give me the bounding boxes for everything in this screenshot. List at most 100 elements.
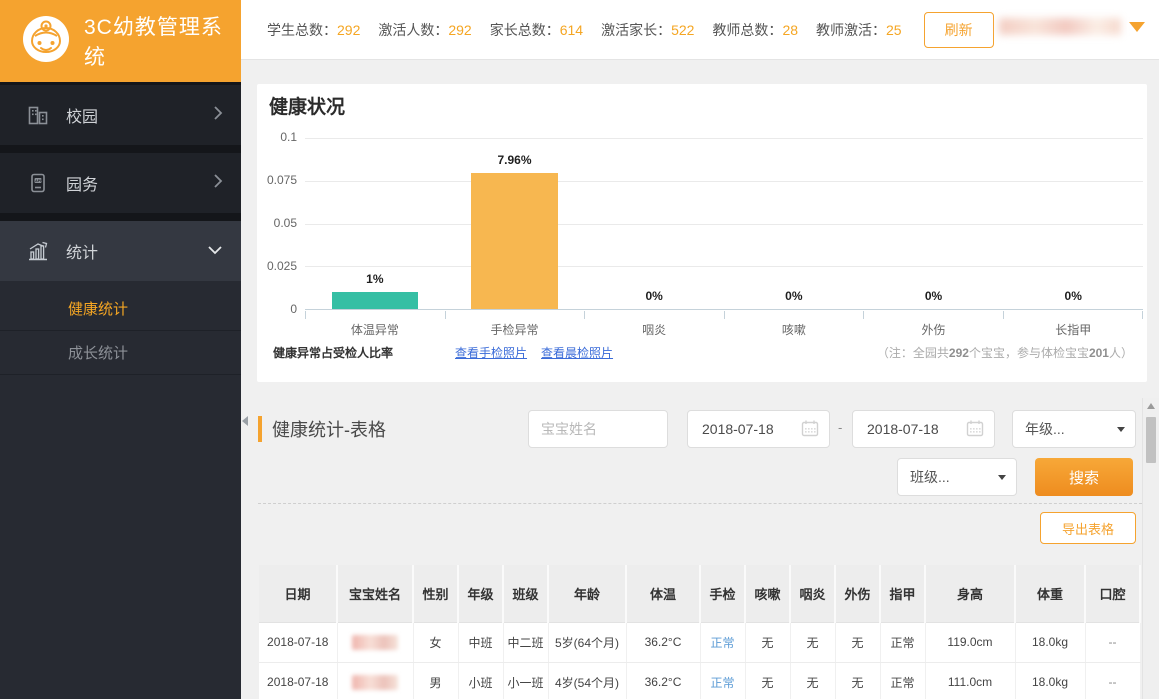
- stat-parents-total: 家长总数：614: [490, 20, 583, 40]
- y-tick-label: 0: [257, 302, 297, 316]
- col-header-cough: 咳嗽: [745, 565, 790, 622]
- sidebar-subitem-growth-statistics[interactable]: 成长统计: [0, 331, 241, 375]
- col-header-height: 身高: [925, 565, 1015, 622]
- select-arrow-icon: [1117, 427, 1125, 432]
- chart-note: （注：全园共292个宝宝，参与体检宝宝201人）: [877, 344, 1133, 361]
- buildings-icon: [26, 104, 50, 126]
- table-header-row: 日期 宝宝姓名 性别 年级 班级 年龄 体温 手检 咳嗽 咽炎 外伤 指甲 身高…: [259, 565, 1140, 622]
- table-row: 2018-07-18 男 小班 小一班 4岁(54个月) 36.2°C 正常 无…: [259, 662, 1140, 699]
- health-statistics-table: 日期 宝宝姓名 性别 年级 班级 年龄 体温 手检 咳嗽 咽炎 外伤 指甲 身高…: [259, 565, 1141, 699]
- x-category-label: 长指甲: [1003, 321, 1143, 338]
- app-window: 3C幼教管理系统 校园: [0, 0, 1159, 699]
- sidebar: 校园 APP 园务: [0, 82, 241, 699]
- grade-select[interactable]: 年级...: [1012, 410, 1136, 448]
- sidebar-item-garden-affairs[interactable]: APP 园务: [0, 153, 241, 213]
- bar-hand-check-abnormal[interactable]: 7.96%: [445, 138, 585, 309]
- robot-mascot-icon: [22, 15, 70, 68]
- y-tick-label: 0.075: [257, 173, 297, 187]
- redacted-baby-name: [352, 675, 398, 690]
- table-section-title: 健康统计-表格: [258, 410, 386, 448]
- chart-title: 健康状况: [269, 92, 345, 119]
- view-morning-check-photos-link[interactable]: 查看晨检照片: [541, 344, 613, 361]
- col-header-age: 年龄: [548, 565, 626, 622]
- brand-logo: 3C幼教管理系统: [0, 0, 241, 82]
- sidebar-item-statistics[interactable]: 统计: [0, 221, 241, 281]
- stat-activated-parents: 激活家长：522: [601, 20, 694, 40]
- class-select[interactable]: 班级...: [897, 458, 1017, 496]
- main-content: 健康状况 0.1 0.075 0.05 0.025 0 1% 7.96%: [241, 60, 1159, 699]
- bar-cough[interactable]: 0%: [724, 138, 864, 309]
- col-header-nails: 指甲: [880, 565, 925, 622]
- chart-footer: 健康异常占受检人比率 查看手检照片 查看晨检照片 （注：全园共292个宝宝，参与…: [257, 344, 1147, 368]
- calendar-icon: [966, 419, 984, 440]
- scroll-up-arrow-icon[interactable]: [1147, 403, 1155, 409]
- refresh-button[interactable]: 刷新: [924, 12, 994, 48]
- sidebar-item-label: 校园: [66, 103, 98, 127]
- bar-pharyngitis[interactable]: 0%: [584, 138, 724, 309]
- app-phone-icon: APP: [26, 172, 50, 194]
- chevron-down-icon: [207, 242, 223, 260]
- sidebar-collapse-arrow-icon[interactable]: [242, 416, 248, 426]
- date-from-picker[interactable]: 2018-07-18: [687, 410, 830, 448]
- sidebar-item-campus[interactable]: 校园: [0, 85, 241, 145]
- stat-activated-teachers: 教师激活：25: [816, 20, 902, 40]
- accent-bar: [258, 416, 262, 442]
- col-header-date: 日期: [259, 565, 337, 622]
- col-header-grade: 年级: [458, 565, 503, 622]
- x-category-label: 咳嗽: [724, 321, 864, 338]
- col-header-gender: 性别: [413, 565, 458, 622]
- bar-value-label: 1%: [305, 272, 445, 286]
- table-row: 2018-07-18 女 中班 中二班 5岁(64个月) 36.2°C 正常 无…: [259, 622, 1140, 662]
- vertical-scrollbar[interactable]: [1142, 398, 1159, 699]
- search-button[interactable]: 搜索: [1035, 458, 1133, 496]
- hand-check-status-link[interactable]: 正常: [700, 622, 745, 662]
- stat-teachers-total: 教师总数：28: [712, 20, 798, 40]
- bar-temperature-abnormal[interactable]: 1%: [305, 138, 445, 309]
- app-title: 3C幼教管理系统: [84, 11, 241, 71]
- col-header-class: 班级: [503, 565, 548, 622]
- y-tick-label: 0.1: [257, 130, 297, 144]
- bar-value-label: 7.96%: [445, 153, 585, 167]
- sidebar-item-label: 园务: [66, 171, 98, 195]
- scrollbar-thumb[interactable]: [1146, 417, 1156, 463]
- export-table-button[interactable]: 导出表格: [1040, 512, 1136, 544]
- bar-trauma[interactable]: 0%: [864, 138, 1004, 309]
- x-category-label: 手检异常: [445, 321, 585, 338]
- user-dropdown-icon[interactable]: [1129, 22, 1145, 32]
- stat-students-total: 学生总数：292: [267, 20, 360, 40]
- col-header-trauma: 外伤: [835, 565, 880, 622]
- date-to-picker[interactable]: 2018-07-18: [852, 410, 995, 448]
- calendar-icon: [801, 419, 819, 440]
- statistics-submenu: 健康统计 成长统计: [0, 281, 241, 375]
- bar-value-label: 0%: [864, 289, 1004, 303]
- bar-value-label: 0%: [1003, 289, 1143, 303]
- sidebar-item-label: 统计: [66, 239, 98, 263]
- redacted-baby-name: [352, 635, 398, 650]
- chevron-right-icon: [213, 105, 223, 126]
- top-header: 学生总数：292 激活人数：292 家长总数：614 激活家长：522 教师总数…: [241, 0, 1159, 60]
- bar-plot: 1% 7.96% 0% 0% 0% 0%: [305, 138, 1143, 310]
- health-status-card: 健康状况 0.1 0.075 0.05 0.025 0 1% 7.96%: [257, 84, 1147, 382]
- y-tick-label: 0.05: [257, 216, 297, 230]
- bar-value-label: 0%: [584, 289, 724, 303]
- y-tick-label: 0.025: [257, 259, 297, 273]
- x-category-label: 外伤: [864, 321, 1004, 338]
- col-header-temperature: 体温: [626, 565, 700, 622]
- svg-text:APP: APP: [35, 179, 43, 183]
- stat-activated-students: 激活人数：292: [378, 20, 471, 40]
- x-axis-categories: 体温异常 手检异常 咽炎 咳嗽 外伤 长指甲: [305, 321, 1143, 338]
- chevron-right-icon: [213, 173, 223, 194]
- col-header-pharyngitis: 咽炎: [790, 565, 835, 622]
- hand-check-status-link[interactable]: 正常: [700, 662, 745, 699]
- bar-long-nails[interactable]: 0%: [1003, 138, 1143, 309]
- user-menu[interactable]: [999, 18, 1145, 35]
- bar-chart-icon: [26, 240, 50, 262]
- baby-name-input[interactable]: [528, 410, 668, 448]
- x-axis-ticks: [305, 311, 1143, 319]
- view-hand-check-photos-link[interactable]: 查看手检照片: [455, 344, 527, 361]
- x-category-label: 咽炎: [584, 321, 724, 338]
- col-header-mouth: 口腔: [1085, 565, 1140, 622]
- sidebar-subitem-health-statistics[interactable]: 健康统计: [0, 287, 241, 331]
- date-range-separator: -: [838, 420, 842, 435]
- x-category-label: 体温异常: [305, 321, 445, 338]
